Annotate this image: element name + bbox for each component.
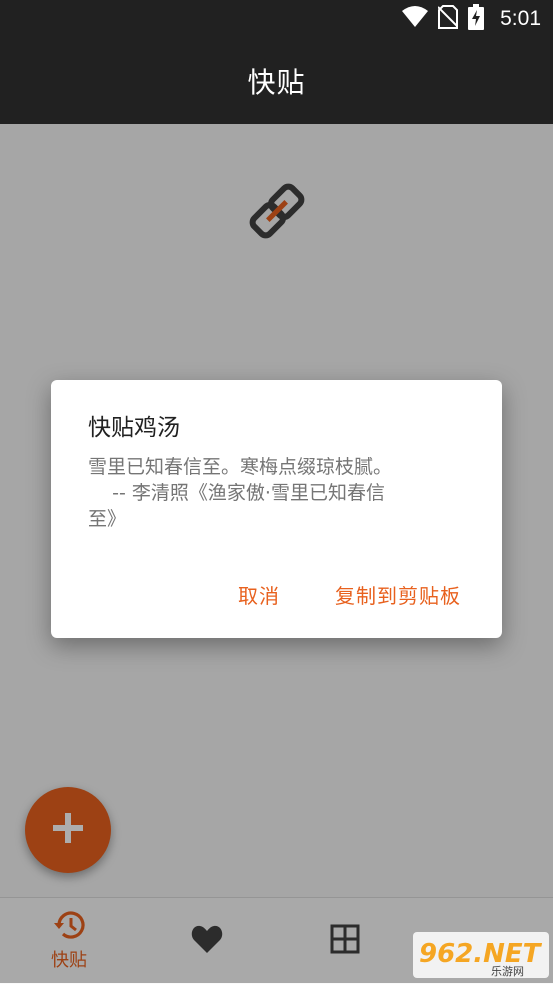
cancel-button[interactable]: 取消 — [238, 580, 280, 609]
dialog-message: 雪里已知春信至。寒梅点缀琼枝腻。 -- 李清照《渔家傲·雪里已知春信 至》 — [88, 456, 393, 530]
battery-charging-icon — [468, 4, 485, 34]
page-title: 快贴 — [247, 66, 306, 99]
watermark-logo: 962.NET 乐游网 — [413, 932, 549, 978]
status-time: 5:01 — [500, 7, 541, 30]
dialog-title: 快贴鸡汤 — [88, 415, 180, 441]
watermark-text: 962.NET — [419, 939, 543, 969]
wifi-icon — [402, 6, 429, 32]
copy-to-clipboard-button[interactable]: 复制到剪贴板 — [335, 580, 461, 609]
no-sim-icon — [437, 5, 459, 33]
watermark-subtext: 乐游网 — [491, 965, 524, 978]
app-bar: 快贴 — [0, 38, 553, 124]
quote-dialog: 快贴鸡汤 雪里已知春信至。寒梅点缀琼枝腻。 -- 李清照《渔家傲·雪里已知春信 … — [51, 380, 502, 638]
status-icons: 5:01 — [402, 0, 541, 38]
status-bar: 5:01 — [0, 0, 553, 38]
